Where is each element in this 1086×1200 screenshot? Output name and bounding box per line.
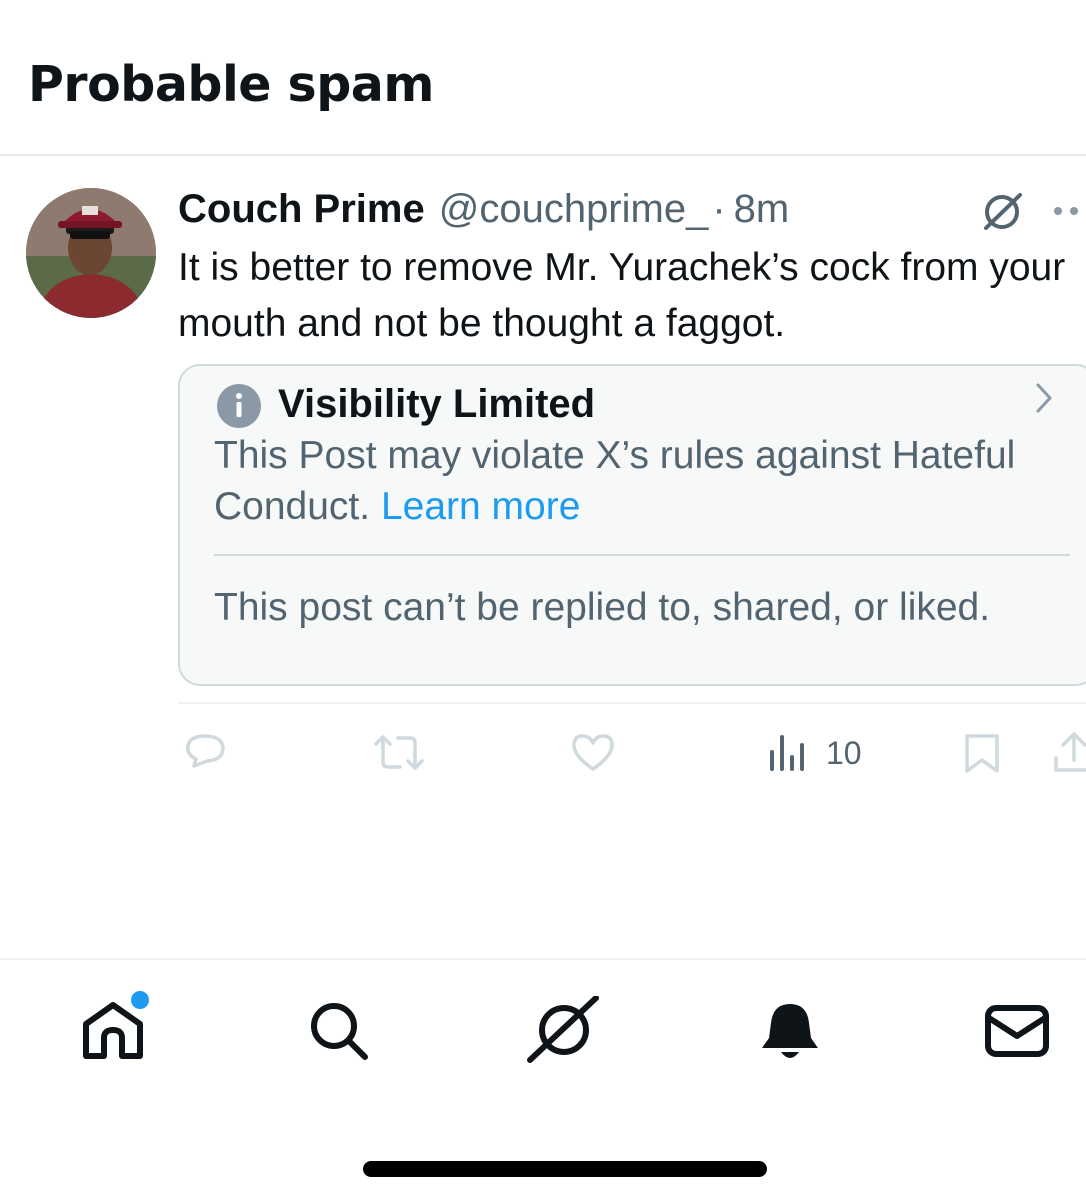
reply-icon — [185, 734, 225, 768]
home-indicator[interactable] — [363, 1161, 767, 1177]
visibility-notice[interactable]: Visibility Limited This Post may violate… — [178, 364, 1086, 686]
repost-button[interactable] — [372, 728, 426, 778]
like-icon — [572, 734, 614, 771]
separator-dot: · — [712, 187, 726, 231]
bottom-nav-divider — [0, 958, 1086, 960]
share-button[interactable] — [1050, 728, 1086, 778]
chevron-right-icon[interactable] — [1030, 380, 1058, 416]
notice-body: This Post may violate X’s rules against … — [214, 430, 1034, 532]
nav-notifications[interactable] — [755, 996, 825, 1066]
header-divider — [0, 154, 1086, 156]
notice-text: This Post may violate X’s rules against … — [214, 434, 1016, 528]
user-avatar-photo — [26, 188, 156, 318]
post-header: Couch Prime @couchprime_ · 8m — [178, 186, 789, 232]
actions-divider — [178, 702, 1086, 704]
repost-icon — [374, 735, 424, 770]
avatar[interactable] — [26, 188, 156, 318]
bookmark-button[interactable] — [962, 728, 1002, 778]
views-button[interactable] — [768, 728, 808, 778]
home-notification-dot — [128, 988, 152, 1012]
post-text: It is better to remove Mr. Yurachek’s co… — [178, 246, 1066, 345]
views-count: 10 — [826, 735, 862, 771]
views-icon — [770, 735, 804, 771]
notice-divider — [214, 554, 1070, 556]
bookmark-icon — [965, 734, 999, 773]
more-options-icon[interactable] — [1052, 204, 1086, 216]
nav-search[interactable] — [303, 996, 373, 1066]
search-icon — [311, 1003, 368, 1060]
grok-icon[interactable] — [980, 190, 1024, 234]
bell-icon — [762, 1004, 818, 1058]
page-title: Probable spam — [28, 56, 434, 113]
nav-messages[interactable] — [982, 996, 1052, 1066]
info-icon — [216, 383, 262, 429]
post-time[interactable]: 8m — [734, 187, 790, 231]
grok-icon — [527, 995, 599, 1063]
notice-title: Visibility Limited — [278, 382, 596, 426]
user-handle[interactable]: @couchprime_ — [439, 187, 709, 231]
nav-grok[interactable] — [526, 995, 599, 1066]
notice-footer: This post can’t be replied to, shared, o… — [214, 586, 991, 629]
reply-button[interactable] — [180, 728, 230, 778]
display-name[interactable]: Couch Prime — [178, 187, 425, 231]
envelope-icon — [985, 1005, 1049, 1057]
like-button[interactable] — [570, 728, 616, 778]
share-icon — [1054, 732, 1086, 772]
learn-more-link[interactable]: Learn more — [381, 485, 580, 528]
